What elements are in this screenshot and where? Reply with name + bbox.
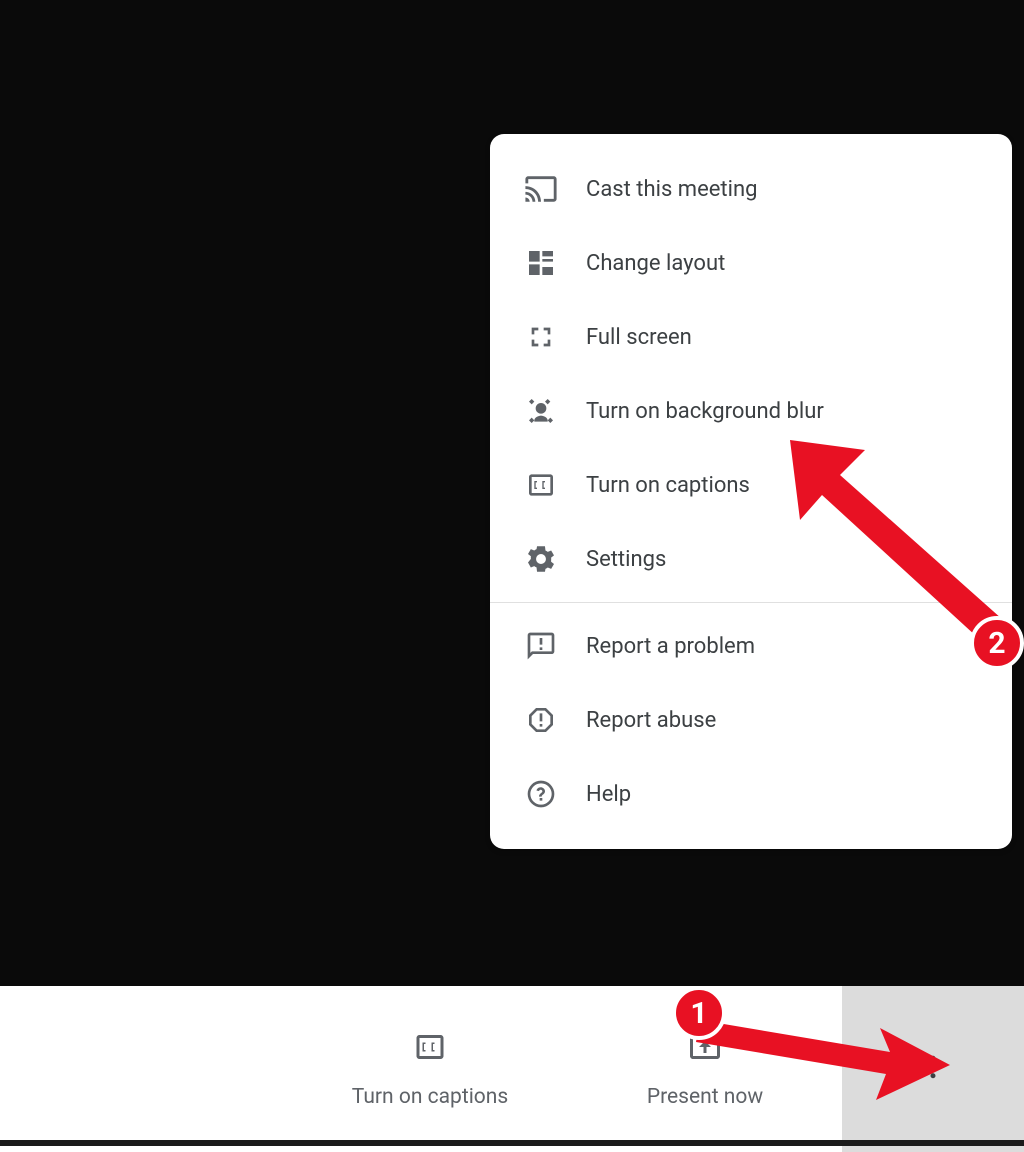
menu-item-full-screen[interactable]: Full screen — [490, 300, 1012, 374]
menu-item-report-problem[interactable]: Report a problem — [490, 609, 1012, 683]
menu-item-label: Report abuse — [586, 708, 716, 733]
more-options-menu: Cast this meeting Change layout Full scr… — [490, 134, 1012, 849]
bottom-divider — [0, 1140, 1024, 1146]
menu-item-captions[interactable]: Turn on captions — [490, 448, 1012, 522]
cast-icon — [524, 172, 558, 206]
menu-item-settings[interactable]: Settings — [490, 522, 1012, 596]
captions-button[interactable]: Turn on captions — [285, 986, 575, 1152]
menu-item-label: Change layout — [586, 251, 725, 276]
fullscreen-icon — [524, 320, 558, 354]
menu-item-cast[interactable]: Cast this meeting — [490, 152, 1012, 226]
menu-item-label: Turn on background blur — [586, 399, 824, 424]
menu-item-background-blur[interactable]: Turn on background blur — [490, 374, 1012, 448]
menu-item-help[interactable]: Help — [490, 757, 1012, 831]
bottom-bar: Turn on captions Present now — [0, 986, 1024, 1152]
settings-icon — [524, 542, 558, 576]
menu-item-label: Turn on captions — [586, 473, 750, 498]
blur-icon — [524, 394, 558, 428]
feedback-icon — [524, 629, 558, 663]
present-icon — [687, 1029, 723, 1071]
menu-item-report-abuse[interactable]: Report abuse — [490, 683, 1012, 757]
menu-item-change-layout[interactable]: Change layout — [490, 226, 1012, 300]
menu-item-label: Cast this meeting — [586, 177, 757, 202]
captions-icon — [412, 1029, 448, 1071]
menu-item-label: Settings — [586, 547, 666, 572]
layout-icon — [524, 246, 558, 280]
menu-item-label: Help — [586, 782, 631, 807]
captions-button-label: Turn on captions — [352, 1085, 508, 1109]
report-abuse-icon — [524, 703, 558, 737]
captions-icon — [524, 468, 558, 502]
help-icon — [524, 777, 558, 811]
menu-item-label: Report a problem — [586, 634, 755, 659]
menu-item-label: Full screen — [586, 325, 692, 350]
more-vert-icon — [918, 1052, 948, 1086]
menu-divider — [490, 602, 1012, 603]
present-now-button[interactable]: Present now — [575, 986, 835, 1152]
more-options-button[interactable] — [842, 986, 1024, 1152]
present-button-label: Present now — [647, 1085, 763, 1109]
